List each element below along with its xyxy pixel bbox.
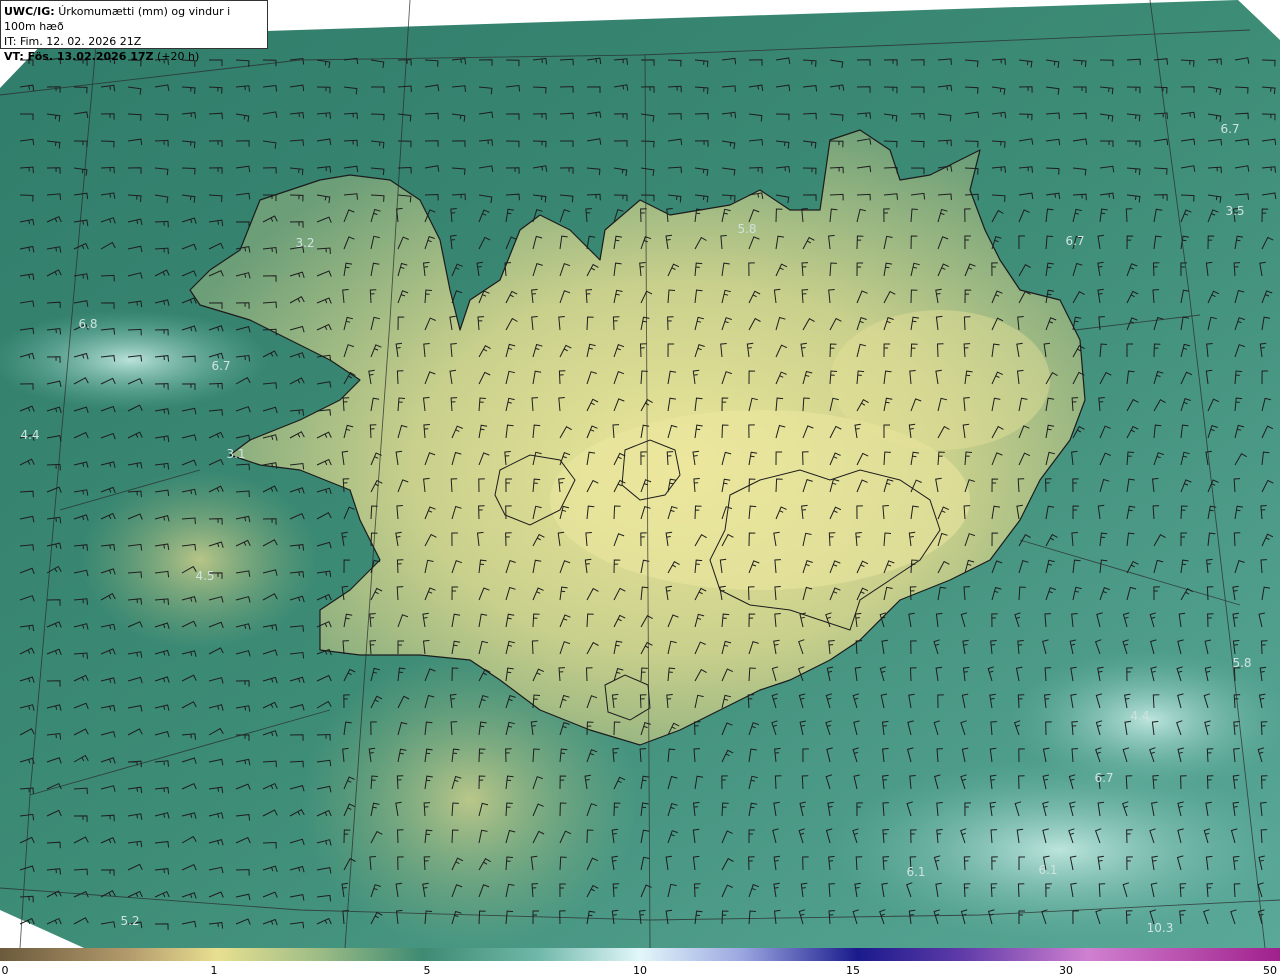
colorbar-tick-6: 50 [1263,964,1277,977]
highland-northeast [830,310,1050,450]
value-label: 4.4 [1130,709,1149,723]
colorbar-tick-5: 30 [1059,964,1073,977]
value-label: 10.3 [1147,921,1174,935]
init-time: IT: Fim. 12. 02. 2026 21Z [4,35,142,48]
precipitation-wind-map: 6.7 3.5 6.7 5.8 3.2 6.8 6.7 4.4 3.1 4.5 5.8 4.4 6.7 6… [0,0,1280,948]
value-label: 6.8 [78,317,97,331]
value-label: 6.7 [211,359,230,373]
value-label: 5.8 [737,222,756,236]
colorbar-tick-1: 1 [210,964,218,977]
forecast-map: 6.7 3.5 6.7 5.8 3.2 6.8 6.7 4.4 3.1 4.5 5.8 4.4 6.7 6… [0,0,1280,948]
forecast-lead: (+20 h) [157,50,200,63]
colorbar-tick-2: 5 [423,964,431,977]
colorbar-tick-3: 10 [633,964,647,977]
value-label: 3.2 [295,236,314,250]
value-label: 3.1 [226,447,245,461]
value-label: 6.7 [1220,122,1239,136]
value-label: 3.5 [1225,204,1244,218]
model-code: UWC/IG: [4,5,55,18]
colorbar-gradient [0,948,1280,961]
map-title-box: UWC/IG: Úrkomumætti (mm) og vindur i 100… [0,0,268,63]
value-label: 6.1 [1038,863,1057,877]
valid-time-line: VT: Fös. 13.02.2026 17Z (+20 h) [4,49,264,64]
valid-time: VT: Fös. 13.02.2026 17Z [4,50,154,63]
value-label: 6.7 [1065,234,1084,248]
colorbar-tick-0: 0 [1,964,9,977]
precip-plume-west [80,470,320,650]
value-label: 6.7 [1094,771,1113,785]
value-label: 5.2 [120,914,139,928]
value-label: 4.5 [195,569,214,583]
colorbar-tick-4: 15 [846,964,860,977]
value-label: 4.4 [20,428,39,442]
value-label: 5.8 [1232,656,1251,670]
title-line-product: UWC/IG: Úrkomumætti (mm) og vindur i 100… [4,4,264,34]
precip-pale-southeast [830,760,1280,940]
value-label: 6.1 [906,865,925,879]
